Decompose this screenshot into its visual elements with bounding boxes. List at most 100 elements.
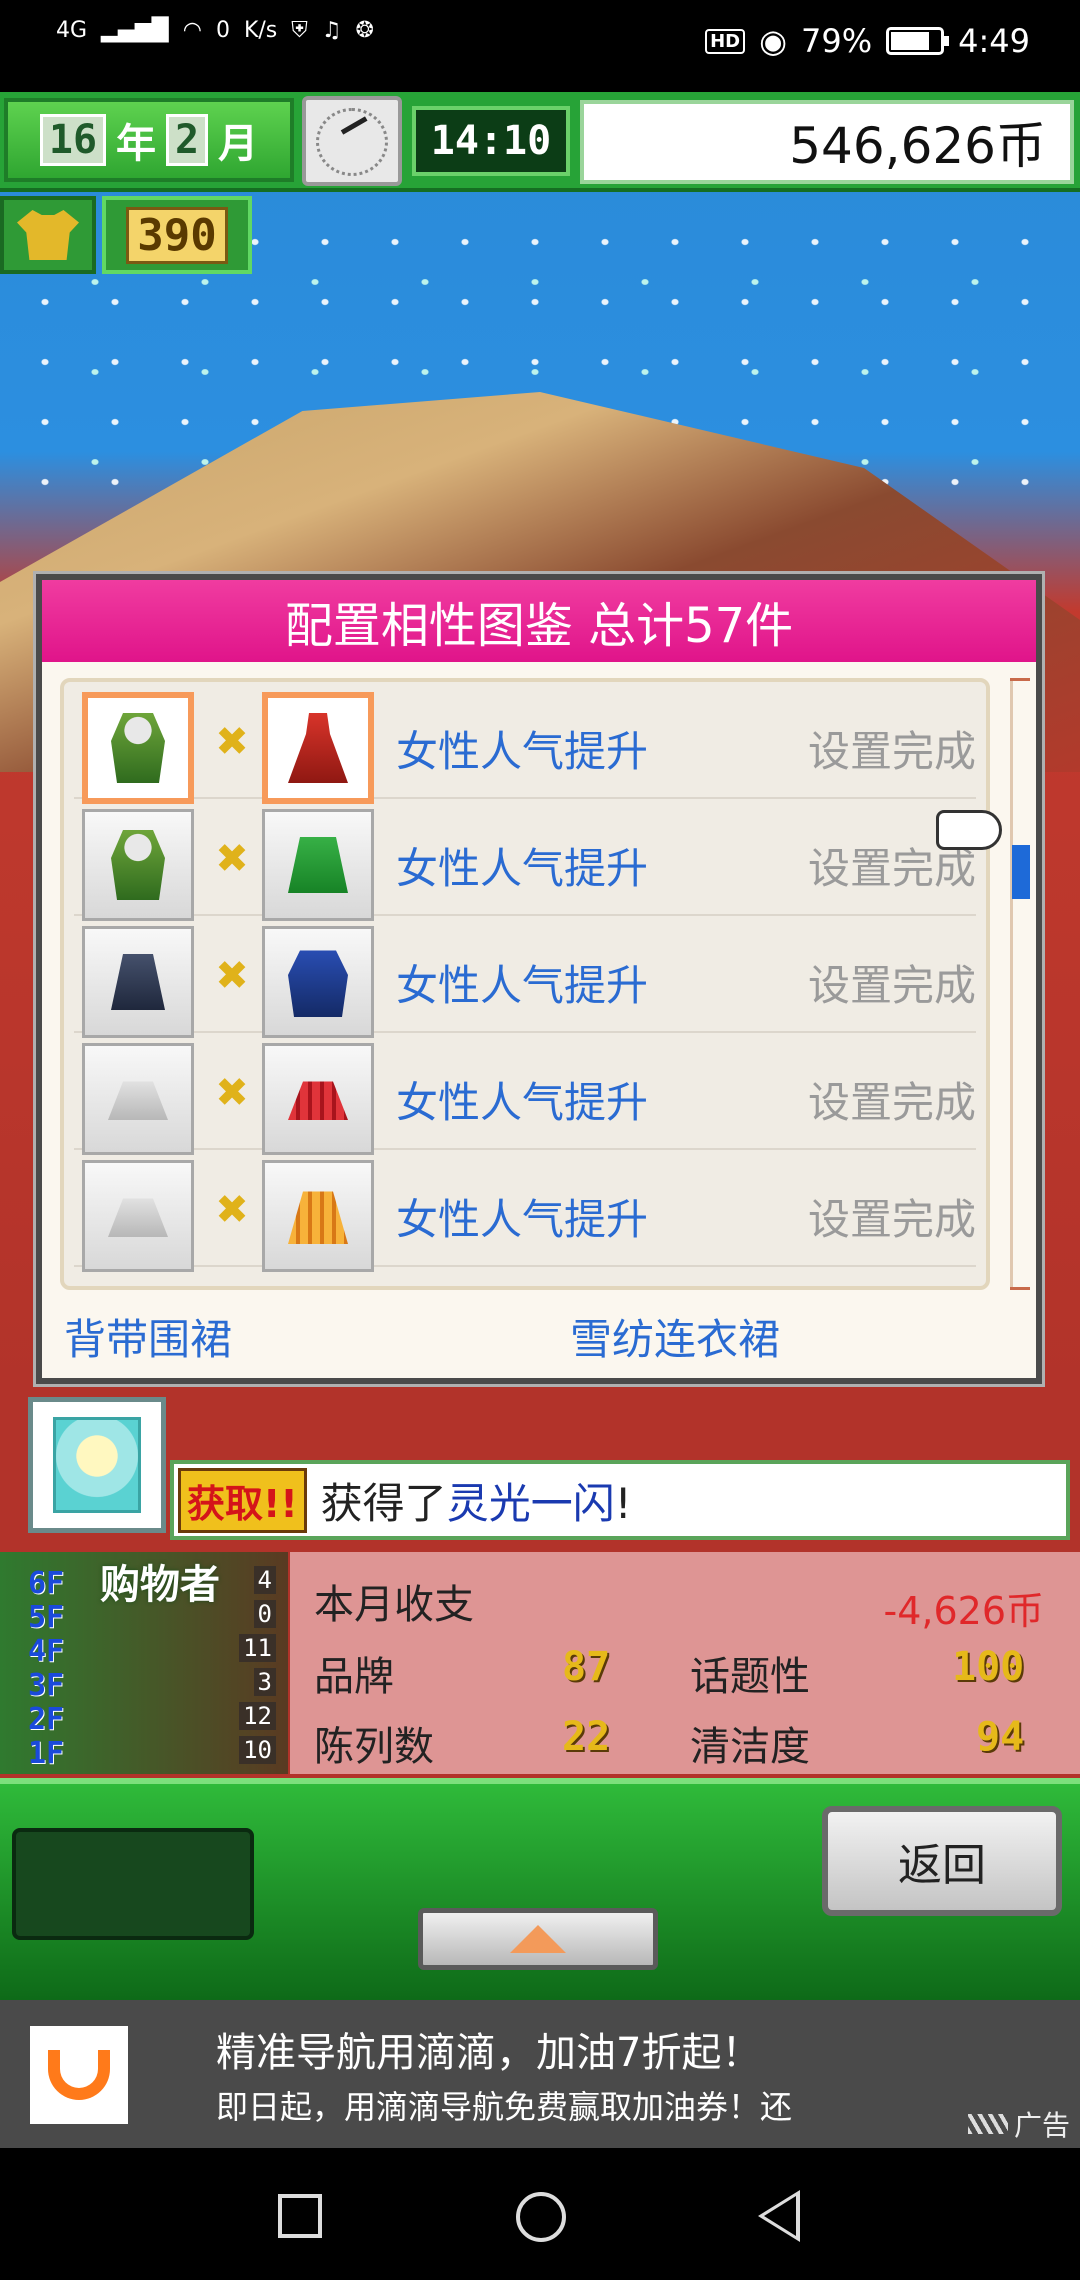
combo-effect: 女性人气提升 <box>396 961 649 1010</box>
cleanliness-label: 清洁度 <box>690 1724 810 1770</box>
wechat-icon: ❂ <box>355 18 374 43</box>
compatibility-catalog-dialog: 配置相性图鉴 总计57件 ✖ 女性人气提升 设置完成 ✖ 女性人气提升 设置完成… <box>36 574 1042 1384</box>
combine-x-icon: ✖ <box>215 1070 249 1116</box>
clock-face <box>316 108 388 176</box>
scrollbar-thumb[interactable] <box>1012 845 1030 899</box>
game-screen[interactable]: 16 年 2 月 14:10 546,626币 390 配置相性图鉴 总计57件… <box>0 92 1080 2000</box>
back-button[interactable] <box>758 2190 800 2242</box>
get-tag: 获取!! <box>178 1467 307 1533</box>
ad-mark-icon <box>967 2114 1008 2134</box>
ad-title: 精准导航用滴滴，加油7折起！ <box>216 2030 762 2076</box>
points-row: 390 <box>0 196 252 276</box>
combine-x-icon: ✖ <box>215 836 249 882</box>
combo-list[interactable]: ✖ 女性人气提升 设置完成 ✖ 女性人气提升 设置完成 ✖ 女性人气提升 设置完… <box>60 678 990 1290</box>
ad-banner[interactable]: 精准导航用滴滴，加油7折起！ 即日起，用滴滴导航免费赢取加油券！还 广告 <box>0 2000 1080 2148</box>
clock-icon <box>302 96 402 186</box>
floor-label: 5F <box>28 1600 65 1635</box>
system-nav-bar <box>0 2148 1080 2280</box>
combo-item-b[interactable] <box>262 692 374 804</box>
network-label: 4G <box>56 18 88 43</box>
combo-effect: 女性人气提升 <box>396 844 649 893</box>
notification-text: 获得了灵光一闪! <box>321 1470 632 1531</box>
game-time: 14:10 <box>412 106 570 176</box>
floor-label: 3F <box>28 1668 65 1703</box>
combo-item-a[interactable] <box>82 809 194 921</box>
notification-icon: ♫ <box>321 18 342 43</box>
cleanliness-value: 94 <box>976 1714 1025 1760</box>
didi-logo-icon <box>30 2026 128 2124</box>
floor-row[interactable]: 4F 11 <box>0 1634 288 1669</box>
combo-item-a[interactable] <box>82 692 194 804</box>
speed-unit: K/s <box>243 18 278 43</box>
monthly-balance-value: -4,626币 <box>883 1589 1045 1633</box>
floor-row[interactable]: 3F 3 <box>0 1668 288 1703</box>
ad-tag: 广告 <box>967 2104 1070 2144</box>
status-bar: 4G ▂▄▆█ ◠ 0 K/s ⛨ ♫ ❂ HD ◉ 79% 4:49 <box>0 0 1080 92</box>
notification-prefix: 获得了 <box>320 1478 447 1528</box>
combo-status: 设置完成 <box>807 961 976 1010</box>
display-count-label: 陈列数 <box>314 1724 434 1770</box>
signal-icon: ▂▄▆█ <box>101 18 169 43</box>
floor-row[interactable]: 1F 10 <box>0 1736 288 1771</box>
combo-item-b[interactable] <box>262 1043 374 1155</box>
floor-row[interactable]: 5F 0 <box>0 1600 288 1635</box>
combo-row[interactable]: ✖ 女性人气提升 设置完成 <box>74 916 976 1038</box>
floor-count: 10 <box>239 1736 276 1764</box>
status-time: 4:49 <box>958 22 1030 60</box>
up-arrow-icon <box>510 1925 566 1953</box>
didi-logo-mark <box>48 2050 110 2100</box>
battery-icon <box>886 27 950 55</box>
eye-icon: ◉ <box>759 22 788 60</box>
brand-label: 品牌 <box>314 1654 394 1700</box>
combo-item-b[interactable] <box>262 809 374 921</box>
recents-button[interactable] <box>278 2194 322 2238</box>
dark-skirt-icon <box>111 954 165 1010</box>
combo-item-a[interactable] <box>82 1160 194 1272</box>
orange-skirt-icon <box>288 1191 348 1244</box>
floor-count: 4 <box>253 1566 276 1594</box>
monthly-balance-label: 本月收支 <box>314 1582 474 1628</box>
combo-item-b[interactable] <box>262 1160 374 1272</box>
white-skirt-icon <box>108 1081 168 1120</box>
floor-count: 11 <box>239 1634 276 1662</box>
floor-count: 3 <box>253 1668 276 1696</box>
combo-row[interactable]: ✖ 女性人气提升 设置完成 <box>74 799 976 921</box>
notification-bar: 获取!! 获得了灵光一闪! <box>170 1460 1070 1540</box>
points-display: 390 <box>102 196 252 274</box>
combo-row[interactable]: ✖ 女性人气提升 设置完成 <box>74 682 976 804</box>
ad-tag-label: 广告 <box>1013 2109 1070 2142</box>
footer-item-left: 背带围裙 <box>64 1315 233 1364</box>
combo-status: 设置完成 <box>807 1078 976 1127</box>
home-button[interactable] <box>516 2192 566 2242</box>
ad-subtitle: 即日起，用滴滴导航免费赢取加油券！还 <box>216 2088 793 2126</box>
combo-item-b[interactable] <box>262 926 374 1038</box>
expand-button[interactable] <box>418 1908 658 1970</box>
list-scrollbar[interactable] <box>1010 678 1034 1290</box>
battery-percent: 79% <box>801 22 873 60</box>
floor-row[interactable]: 6F 4 <box>0 1566 288 1601</box>
bottom-control-bar: 返回 <box>0 1778 1080 2000</box>
floor-label: 4F <box>28 1634 65 1669</box>
combo-status: 设置完成 <box>807 727 976 776</box>
lightbulb-icon <box>28 1397 166 1533</box>
hd-badge: HD <box>705 28 746 54</box>
combo-row[interactable]: ✖ 女性人气提升 设置完成 <box>74 1033 976 1155</box>
combo-item-a[interactable] <box>82 1043 194 1155</box>
shirt-icon[interactable] <box>0 196 96 274</box>
year-value: 16 <box>39 114 107 166</box>
floor-label: 6F <box>28 1566 65 1601</box>
floor-row[interactable]: 2F 12 <box>0 1702 288 1737</box>
combine-x-icon: ✖ <box>215 953 249 999</box>
combo-effect: 女性人气提升 <box>396 1078 649 1127</box>
notification-suffix: ! <box>614 1478 632 1528</box>
combo-row[interactable]: ✖ 女性人气提升 设置完成 <box>74 1150 976 1272</box>
floor-panel[interactable]: 购物者 6F 4 5F 0 4F 11 3F 3 2F 12 1F 10 <box>0 1552 288 1774</box>
combo-effect: 女性人气提升 <box>396 1195 649 1244</box>
brand-value: 87 <box>562 1644 611 1690</box>
speed-value: 0 <box>215 18 230 43</box>
return-button[interactable]: 返回 <box>822 1806 1062 1916</box>
empty-slot[interactable] <box>12 1828 254 1940</box>
floor-count: 12 <box>239 1702 276 1730</box>
blue-jacket-icon <box>288 950 348 1017</box>
combo-item-a[interactable] <box>82 926 194 1038</box>
